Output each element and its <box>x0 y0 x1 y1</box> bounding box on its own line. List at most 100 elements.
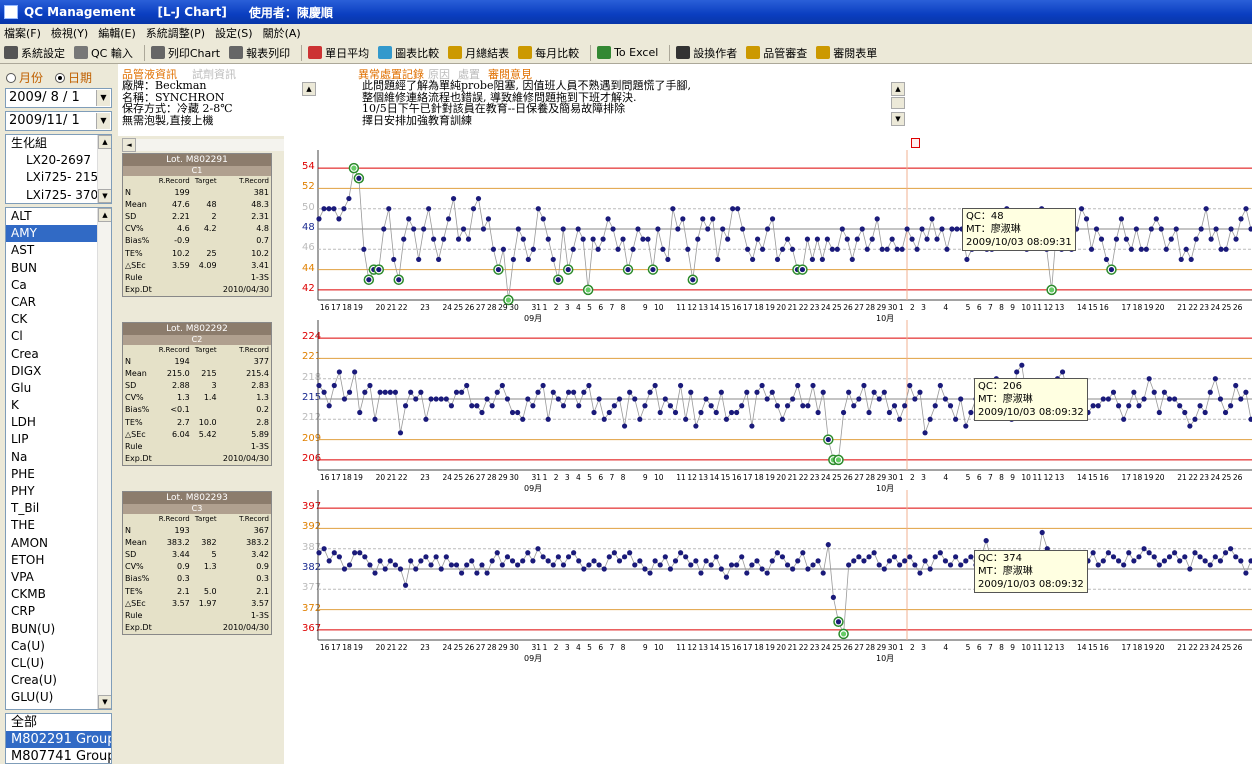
list-item[interactable]: Ca <box>6 277 111 294</box>
data-point[interactable] <box>912 396 918 402</box>
data-point[interactable] <box>655 226 661 232</box>
list-item[interactable]: CKMB <box>6 586 111 603</box>
data-point[interactable] <box>708 403 714 409</box>
data-point[interactable] <box>377 389 383 395</box>
data-point[interactable] <box>1166 396 1173 402</box>
data-point[interactable] <box>525 550 531 556</box>
scroll-left-icon[interactable]: ◄ <box>122 138 136 152</box>
data-point[interactable] <box>436 256 442 263</box>
data-point[interactable] <box>627 550 633 556</box>
data-point[interactable] <box>1248 558 1252 564</box>
menu-item[interactable]: 關於(A) <box>263 25 301 41</box>
data-point[interactable] <box>1202 409 1208 416</box>
data-point[interactable] <box>510 256 516 263</box>
data-point[interactable] <box>416 256 422 263</box>
data-point[interactable] <box>581 389 587 395</box>
data-point[interactable] <box>576 558 582 564</box>
data-point[interactable] <box>406 216 412 222</box>
list-item[interactable]: GLU(U) <box>6 689 111 706</box>
data-point[interactable] <box>917 570 923 576</box>
data-point[interactable] <box>642 403 648 409</box>
data-point[interactable] <box>924 236 930 242</box>
data-point[interactable] <box>809 256 816 263</box>
data-point[interactable] <box>575 226 581 232</box>
data-point[interactable] <box>565 554 572 560</box>
data-point[interactable] <box>386 206 392 212</box>
data-point[interactable] <box>475 195 482 202</box>
data-point[interactable] <box>677 382 684 389</box>
list-item[interactable]: CAR <box>6 294 111 311</box>
list-item[interactable]: PHE <box>6 466 111 483</box>
data-point[interactable] <box>846 389 852 395</box>
data-point[interactable] <box>805 566 811 572</box>
data-point[interactable] <box>397 566 404 572</box>
chevron-down-icon[interactable]: ▼ <box>96 90 110 106</box>
data-point[interactable] <box>1131 558 1137 564</box>
data-point[interactable] <box>683 416 689 422</box>
data-point[interactable] <box>695 236 701 242</box>
data-point[interactable] <box>504 554 511 560</box>
list-item[interactable]: Crea <box>6 346 111 363</box>
data-point[interactable] <box>662 554 668 560</box>
data-point[interactable] <box>408 389 414 395</box>
data-point[interactable] <box>1115 403 1122 409</box>
data-point[interactable] <box>535 206 541 212</box>
data-point[interactable] <box>591 558 597 564</box>
toolbar-button[interactable]: 報表列印 <box>229 45 290 61</box>
data-point[interactable] <box>1049 287 1055 293</box>
toolbar-button[interactable]: 設換作者 <box>676 45 737 61</box>
list-item[interactable]: K <box>6 397 111 414</box>
data-point[interactable] <box>596 396 602 402</box>
data-point[interactable] <box>725 236 731 242</box>
data-point[interactable] <box>1166 554 1173 560</box>
list-item[interactable]: Ca(U) <box>6 638 111 655</box>
data-point[interactable] <box>744 570 750 576</box>
toolbar-button[interactable]: 每月比較 <box>518 45 579 61</box>
data-point[interactable] <box>1177 403 1183 409</box>
data-point[interactable] <box>637 416 643 422</box>
data-point[interactable] <box>453 389 460 395</box>
data-point[interactable] <box>1207 389 1213 395</box>
data-point[interactable] <box>805 403 811 409</box>
data-point[interactable] <box>443 554 449 560</box>
data-point[interactable] <box>530 558 536 564</box>
toolbar-button[interactable]: 品管審查 <box>746 45 807 61</box>
data-point[interactable] <box>560 226 566 232</box>
list-item[interactable]: Glu <box>6 380 111 397</box>
data-point[interactable] <box>705 226 711 232</box>
data-point[interactable] <box>764 570 770 576</box>
data-point[interactable] <box>647 570 653 576</box>
data-point[interactable] <box>448 562 455 568</box>
data-point[interactable] <box>1136 554 1142 560</box>
data-point[interactable] <box>499 382 505 389</box>
data-point[interactable] <box>484 396 490 402</box>
data-point[interactable] <box>1178 256 1184 263</box>
data-point[interactable] <box>489 403 495 409</box>
data-point[interactable] <box>1108 266 1115 273</box>
data-point[interactable] <box>382 566 388 572</box>
data-point[interactable] <box>413 396 419 402</box>
list-item[interactable]: AMY <box>6 225 111 243</box>
data-point[interactable] <box>749 423 755 429</box>
list-item[interactable]: AST <box>6 242 111 259</box>
data-point[interactable] <box>1118 216 1125 222</box>
data-point[interactable] <box>448 403 455 409</box>
data-point[interactable] <box>1233 382 1239 389</box>
data-point[interactable] <box>795 558 801 564</box>
data-point[interactable] <box>535 546 541 552</box>
scroll-up-icon[interactable]: ▲ <box>302 82 316 96</box>
data-point[interactable] <box>445 216 452 222</box>
data-point[interactable] <box>947 403 954 409</box>
data-point[interactable] <box>864 246 870 252</box>
data-point[interactable] <box>600 236 606 242</box>
data-point[interactable] <box>555 277 561 283</box>
data-point[interactable] <box>326 558 332 564</box>
data-point[interactable] <box>1121 562 1127 568</box>
data-point[interactable] <box>815 558 821 564</box>
data-point[interactable] <box>820 570 826 576</box>
data-point[interactable] <box>819 256 825 263</box>
data-point[interactable] <box>408 558 414 564</box>
data-point[interactable] <box>341 206 347 212</box>
data-point[interactable] <box>1128 246 1134 252</box>
data-point[interactable] <box>830 594 836 600</box>
